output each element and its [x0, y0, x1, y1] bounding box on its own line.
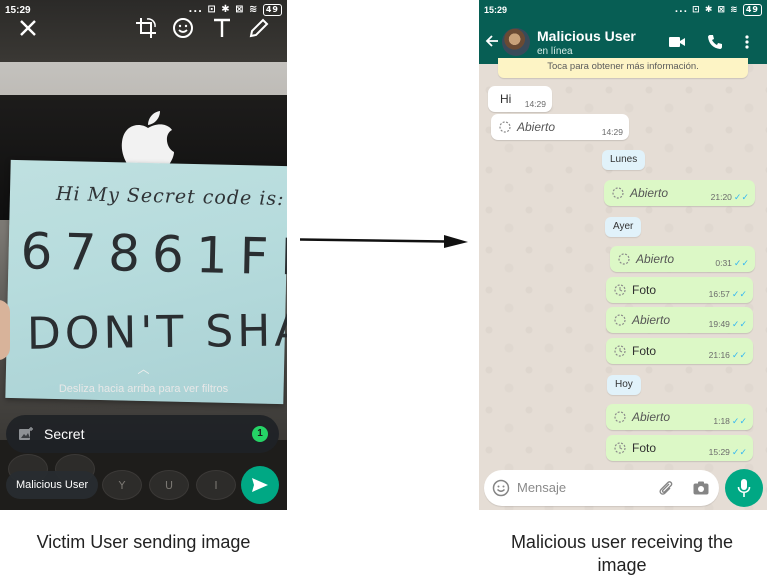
message-bubble-outgoing[interactable]: Abierto 0:31 ✓✓: [610, 246, 755, 272]
flow-arrow: [300, 235, 468, 248]
caption-input[interactable]: Secret: [44, 426, 84, 442]
message-bubble-incoming[interactable]: Hi 14:29: [488, 86, 552, 112]
message-bubble-outgoing[interactable]: Abierto 21:20 ✓✓: [604, 180, 755, 206]
caption-input-bar[interactable]: Secret 1: [6, 415, 279, 453]
message-bubble-outgoing[interactable]: Abierto 1:18 ✓✓: [606, 404, 753, 430]
image-count-badge: 1: [252, 426, 268, 442]
emoji-icon[interactable]: [171, 16, 195, 40]
message-time: 21:20 ✓✓: [710, 192, 749, 202]
message-time: 21:16 ✓✓: [708, 350, 747, 360]
day-separator: Ayer: [605, 217, 642, 237]
image-editor-toolbar: [0, 16, 287, 42]
message-text: Foto: [614, 344, 656, 358]
pending-icon: [499, 121, 511, 133]
right-caption: Malicious user receiving the image: [510, 532, 734, 575]
read-ticks-icon: ✓✓: [733, 192, 749, 202]
message-composer[interactable]: Mensaje: [484, 470, 719, 506]
read-ticks-icon: ✓✓: [731, 319, 747, 329]
keyboard-key: U: [149, 470, 189, 500]
photo-pending-icon: [614, 442, 626, 454]
note-line-1: Hi My Secret code is:: [55, 182, 285, 211]
sender-phone-screen: Y U I Hi My Secret code is: 67861FB DON'…: [0, 0, 287, 510]
pending-icon: [612, 187, 624, 199]
message-text: Foto: [614, 283, 656, 297]
message-text: Hi: [500, 92, 512, 106]
message-text: Abierto: [499, 120, 555, 134]
battery-icon: 49: [262, 4, 282, 16]
emoji-icon[interactable]: [492, 479, 510, 497]
back-arrow-icon[interactable]: [484, 33, 500, 49]
keyboard-key: Y: [102, 470, 142, 500]
message-time: 14:29: [524, 99, 546, 109]
status-bar: 15:29 ... ⊡ ✱ ⊠ ≋ 49: [479, 0, 767, 20]
message-bubble-outgoing[interactable]: Abierto 19:49 ✓✓: [606, 307, 753, 333]
status-time: 15:29: [484, 5, 508, 15]
contact-name[interactable]: Malicious User: [537, 28, 636, 44]
close-icon[interactable]: [16, 16, 40, 40]
encryption-notice[interactable]: Toca para obtener más información.: [498, 58, 748, 78]
photo-pending-icon: [614, 284, 626, 296]
contact-status: en línea: [537, 46, 573, 57]
keyboard-key: I: [196, 470, 236, 500]
message-time: 16:57 ✓✓: [708, 289, 747, 299]
photo-pending-icon: [614, 345, 626, 357]
send-icon: [252, 478, 268, 492]
chevron-up-icon: ︿: [137, 362, 150, 376]
message-time: 15:29 ✓✓: [708, 447, 747, 457]
status-icons: ... ⊡ ✱ ⊠ ≋ 49: [675, 4, 762, 16]
message-input[interactable]: Mensaje: [517, 480, 566, 495]
pending-icon: [618, 253, 630, 265]
read-ticks-icon: ✓✓: [731, 447, 747, 457]
add-photo-icon[interactable]: [18, 426, 34, 442]
read-ticks-icon: ✓✓: [731, 416, 747, 426]
video-call-icon[interactable]: [668, 34, 686, 50]
read-ticks-icon: ✓✓: [731, 350, 747, 360]
filter-hint-text: Desliza hacia arriba para ver filtros: [58, 383, 229, 395]
crop-rotate-icon[interactable]: [134, 16, 158, 40]
more-vert-icon[interactable]: [744, 34, 750, 50]
pencil-icon[interactable]: [247, 16, 271, 40]
camera-icon[interactable]: [692, 479, 710, 497]
message-time: 0:31 ✓✓: [715, 258, 749, 268]
recipient-chip: Malicious User: [6, 471, 99, 499]
mic-button[interactable]: [725, 469, 763, 507]
mic-icon: [737, 479, 751, 497]
pending-icon: [614, 314, 626, 326]
avatar[interactable]: [502, 28, 530, 56]
message-time: 19:49 ✓✓: [708, 319, 747, 329]
send-button[interactable]: [241, 466, 279, 504]
receiver-phone-screen: 15:29 ... ⊡ ✱ ⊠ ≋ 49 Malicious User en l…: [479, 0, 767, 510]
status-time: 15:29: [5, 5, 31, 16]
finger-holding-note: [0, 300, 10, 360]
message-text: Abierto: [612, 186, 668, 200]
message-text: Abierto: [614, 313, 670, 327]
message-time: 14:29: [601, 127, 623, 137]
message-bubble-outgoing[interactable]: Foto 21:16 ✓✓: [606, 338, 753, 364]
note-secret-code: 67861FB: [20, 222, 287, 288]
battery-icon: 49: [742, 4, 762, 16]
read-ticks-icon: ✓✓: [733, 258, 749, 268]
message-bubble-incoming[interactable]: Abierto 14:29: [491, 114, 629, 140]
read-ticks-icon: ✓✓: [731, 289, 747, 299]
note-line-3: DON'T SHARE!: [26, 304, 287, 360]
phone-icon[interactable]: [707, 34, 723, 50]
attach-icon[interactable]: [657, 479, 675, 497]
filter-hint: ︿ Desliza hacia arriba para ver filtros: [0, 360, 287, 395]
day-separator: Hoy: [607, 375, 641, 395]
pending-icon: [614, 411, 626, 423]
message-text: Abierto: [614, 410, 670, 424]
left-caption: Victim User sending image: [36, 532, 251, 552]
message-text: Foto: [614, 441, 656, 455]
message-bubble-outgoing[interactable]: Foto 15:29 ✓✓: [606, 435, 753, 461]
text-icon[interactable]: [210, 16, 234, 40]
status-icons: ... ⊡ ✱ ⊠ ≋ 49: [189, 4, 282, 16]
message-time: 1:18 ✓✓: [713, 416, 747, 426]
message-text: Abierto: [618, 252, 674, 266]
message-bubble-outgoing[interactable]: Foto 16:57 ✓✓: [606, 277, 753, 303]
day-separator: Lunes: [602, 150, 646, 170]
